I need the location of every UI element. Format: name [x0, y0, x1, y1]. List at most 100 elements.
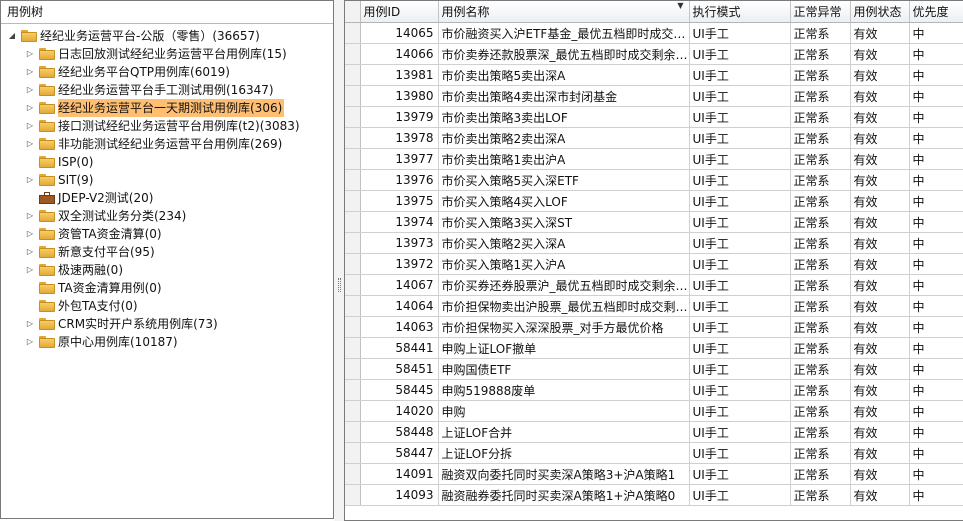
cell-priority[interactable]: 中: [909, 379, 963, 401]
row-indicator[interactable]: [345, 190, 361, 212]
expand-arrow-icon[interactable]: ▷: [25, 333, 35, 351]
row-indicator[interactable]: [345, 127, 361, 149]
table-row[interactable]: 14065市价融资买入沪ETF基金_最优五档即时成交剩余转限价UI手工正常系有效…: [345, 22, 963, 44]
sort-descending-icon[interactable]: ▼: [677, 1, 683, 10]
table-row[interactable]: 13980 市价卖出策略4卖出深市封闭基金 UI手工 正常系 有效中: [345, 85, 963, 107]
table-row[interactable]: 14063 市价担保物买入深深股票_对手方最优价格 UI手工 正常系 有效中: [345, 316, 963, 338]
cell-case-status[interactable]: 有效: [850, 442, 910, 464]
tree-node[interactable]: ISP(0): [25, 153, 93, 171]
table-row[interactable]: 14067 市价买券还券股票沪_最优五档即时成交剩余撤销 UI手工 正常系 有效中: [345, 274, 963, 296]
cell-exec-mode[interactable]: UI手工: [689, 274, 791, 296]
cell-normal-abnormal[interactable]: 正常系: [790, 274, 851, 296]
cell-case-status[interactable]: 有效: [850, 127, 910, 149]
table-row[interactable]: 14091 融资双向委托同时买卖深A策略3+沪A策略1 UI手工 正常系 有效中: [345, 463, 963, 485]
cell-case-id[interactable]: 14091: [360, 463, 439, 485]
cell-normal-abnormal[interactable]: 正常系: [790, 169, 851, 191]
expand-arrow-icon[interactable]: ▷: [25, 315, 35, 333]
cell-case-id[interactable]: 13975: [360, 190, 439, 212]
row-indicator[interactable]: [345, 337, 361, 359]
row-indicator[interactable]: [345, 22, 361, 44]
cell-case-status[interactable]: 有效: [850, 358, 910, 380]
column-header-case-status[interactable]: 用例状态: [850, 1, 910, 23]
cell-exec-mode[interactable]: UI手工: [689, 148, 791, 170]
cell-case-name[interactable]: 上证LOF分拆: [438, 442, 690, 464]
row-indicator[interactable]: [345, 421, 361, 443]
cell-case-name[interactable]: 市价买券还券股票沪_最优五档即时成交剩余撤销: [438, 274, 690, 296]
row-indicator[interactable]: [345, 106, 361, 128]
table-row[interactable]: 13976 市价买入策略5买入深ETF UI手工 正常系 有效中: [345, 169, 963, 191]
row-indicator[interactable]: [345, 358, 361, 380]
cell-case-id[interactable]: 13974: [360, 211, 439, 233]
table-row[interactable]: 13979 市价卖出策略3卖出LOF UI手工 正常系 有效中: [345, 106, 963, 128]
cell-case-status[interactable]: 有效: [850, 316, 910, 338]
cell-case-name[interactable]: 市价买入策略1买入沪A: [438, 253, 690, 275]
cell-priority[interactable]: 中: [909, 232, 963, 254]
cell-normal-abnormal[interactable]: 正常系: [790, 43, 851, 65]
table-row[interactable]: 58445 申购519888废单 UI手工 正常系 有效中: [345, 379, 963, 401]
cell-case-status[interactable]: 有效: [850, 274, 910, 296]
cell-case-status[interactable]: 有效: [850, 400, 910, 422]
expand-arrow-icon[interactable]: ▷: [25, 117, 35, 135]
expand-arrow-icon[interactable]: ▷: [25, 207, 35, 225]
cell-case-status[interactable]: 有效: [850, 232, 910, 254]
panel-splitter[interactable]: [334, 0, 344, 521]
cell-priority[interactable]: 中: [909, 484, 963, 506]
cell-exec-mode[interactable]: UI手工: [689, 22, 791, 44]
table-row[interactable]: 14064市价担保物卖出沪股票_最优五档即时成交剩余转限价UI手工正常系有效中: [345, 295, 963, 317]
cell-case-name[interactable]: 上证LOF合并: [438, 421, 690, 443]
cell-normal-abnormal[interactable]: 正常系: [790, 358, 851, 380]
cell-case-status[interactable]: 有效: [850, 190, 910, 212]
cell-exec-mode[interactable]: UI手工: [689, 232, 791, 254]
cell-case-id[interactable]: 14067: [360, 274, 439, 296]
cell-case-name[interactable]: 申购519888废单: [438, 379, 690, 401]
cell-case-id[interactable]: 13977: [360, 148, 439, 170]
cell-priority[interactable]: 中: [909, 421, 963, 443]
collapse-arrow-icon[interactable]: ◢: [7, 27, 17, 45]
cell-case-id[interactable]: 14065: [360, 22, 439, 44]
row-indicator[interactable]: [345, 463, 361, 485]
expand-arrow-icon[interactable]: ▷: [25, 63, 35, 81]
table-row[interactable]: 14020 申购 UI手工 正常系 有效中: [345, 400, 963, 422]
cell-case-status[interactable]: 有效: [850, 22, 910, 44]
tree-node[interactable]: ▷ 原中心用例库(10187): [25, 333, 178, 351]
cell-case-id[interactable]: 58448: [360, 421, 439, 443]
cell-normal-abnormal[interactable]: 正常系: [790, 127, 851, 149]
table-row[interactable]: 58441 申购上证LOF撤单 UI手工 正常系 有效中: [345, 337, 963, 359]
cell-priority[interactable]: 中: [909, 337, 963, 359]
cell-exec-mode[interactable]: UI手工: [689, 421, 791, 443]
table-row[interactable]: 58451 申购国债ETF UI手工 正常系 有效中: [345, 358, 963, 380]
row-indicator[interactable]: [345, 253, 361, 275]
cell-exec-mode[interactable]: UI手工: [689, 400, 791, 422]
cell-exec-mode[interactable]: UI手工: [689, 64, 791, 86]
table-row[interactable]: 13978 市价卖出策略2卖出深A UI手工 正常系 有效中: [345, 127, 963, 149]
cell-case-id[interactable]: 14093: [360, 484, 439, 506]
cell-normal-abnormal[interactable]: 正常系: [790, 106, 851, 128]
cell-case-status[interactable]: 有效: [850, 421, 910, 443]
tree-node[interactable]: ▷ 资管TA资金清算(0): [25, 225, 162, 243]
cell-case-name[interactable]: 市价卖出策略1卖出沪A: [438, 148, 690, 170]
cell-case-id[interactable]: 58441: [360, 337, 439, 359]
cell-case-name[interactable]: 市价融资买入沪ETF基金_最优五档即时成交剩余转限价: [438, 22, 690, 44]
cell-case-status[interactable]: 有效: [850, 85, 910, 107]
column-header-priority[interactable]: 优先度: [909, 1, 963, 23]
cell-normal-abnormal[interactable]: 正常系: [790, 337, 851, 359]
cell-priority[interactable]: 中: [909, 316, 963, 338]
cell-exec-mode[interactable]: UI手工: [689, 127, 791, 149]
expand-arrow-icon[interactable]: ▷: [25, 135, 35, 153]
cell-priority[interactable]: 中: [909, 22, 963, 44]
cell-case-id[interactable]: 14064: [360, 295, 439, 317]
tree-node[interactable]: ▷ 非功能测试经纪业务运营平台用例库(269): [25, 135, 282, 153]
cell-case-name[interactable]: 融资双向委托同时买卖深A策略3+沪A策略1: [438, 463, 690, 485]
cell-case-status[interactable]: 有效: [850, 484, 910, 506]
cell-exec-mode[interactable]: UI手工: [689, 190, 791, 212]
cell-case-status[interactable]: 有效: [850, 169, 910, 191]
expand-arrow-icon[interactable]: ▷: [25, 45, 35, 63]
row-indicator[interactable]: [345, 232, 361, 254]
cell-exec-mode[interactable]: UI手工: [689, 463, 791, 485]
cell-priority[interactable]: 中: [909, 463, 963, 485]
cell-normal-abnormal[interactable]: 正常系: [790, 421, 851, 443]
row-indicator[interactable]: [345, 484, 361, 506]
row-indicator[interactable]: [345, 148, 361, 170]
cell-normal-abnormal[interactable]: 正常系: [790, 211, 851, 233]
column-header-case-id[interactable]: 用例ID: [360, 1, 439, 23]
